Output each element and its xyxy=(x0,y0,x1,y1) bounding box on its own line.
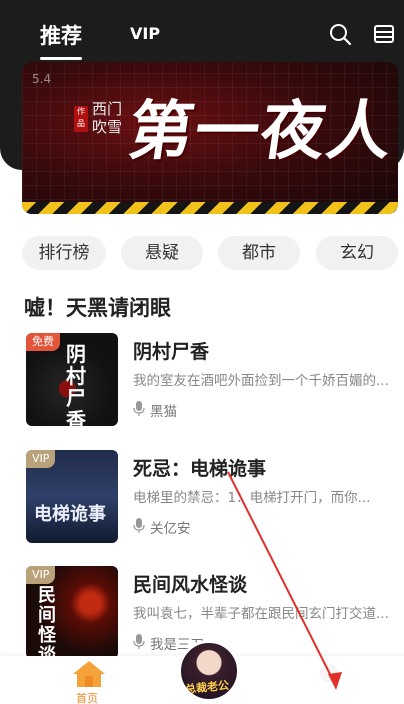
book-cover: 民间怪谈 VIP xyxy=(26,566,118,659)
home-icon[interactable] xyxy=(72,660,106,688)
microphone-icon xyxy=(133,634,145,649)
featured-banner[interactable]: 5.4 作品 西门吹雪 第一夜人 xyxy=(22,62,398,214)
category-urban[interactable]: 都市 xyxy=(218,236,300,270)
now-playing-avatar[interactable]: 总裁老公 xyxy=(178,640,240,702)
book-author: 黑猫 xyxy=(150,404,177,420)
book-author: 关亿安 xyxy=(150,521,191,537)
tab-vip-label: VIP xyxy=(130,24,161,43)
book-description: 我叫袁七，半辈子都在跟民间玄门打交道... xyxy=(133,606,389,622)
search-icon[interactable] xyxy=(328,22,352,46)
book-title: 阴村尸香 xyxy=(133,341,210,363)
banner-date: 5.4 xyxy=(32,72,52,86)
category-fantasy[interactable]: 玄幻 xyxy=(316,236,398,270)
banner-author: 西门吹雪 xyxy=(92,100,123,136)
home-label[interactable]: 首页 xyxy=(76,690,98,704)
book-description: 我的室友在酒吧外面捡到一个千娇百媚的... xyxy=(133,373,389,389)
microphone-icon xyxy=(133,518,145,533)
category-ranking[interactable]: 排行榜 xyxy=(22,236,106,270)
tab-recommend-label: 推荐 xyxy=(40,24,82,48)
book-title: 民间风水怪谈 xyxy=(133,574,248,596)
banner-hazard-stripe xyxy=(22,202,398,214)
book-description: 电梯里的禁忌：1：电梯打开门，而你... xyxy=(133,490,371,506)
banner-title: 第一夜人 xyxy=(123,94,398,169)
vip-badge: VIP xyxy=(26,450,56,468)
tab-vip[interactable]: VIP xyxy=(130,24,160,43)
active-tab-underline xyxy=(40,57,82,60)
microphone-icon xyxy=(133,401,145,416)
tab-recommend[interactable]: 推荐 xyxy=(40,20,82,60)
avatar-caption: 总裁老公 xyxy=(184,678,230,697)
banner-seal: 作品 xyxy=(74,106,88,132)
section-title: 嘘！天黑请闭眼 xyxy=(24,296,171,320)
book-cover: 电梯诡事 VIP xyxy=(26,450,118,543)
book-item[interactable]: 阴村尸香 免费 阴村尸香 我的室友在酒吧外面捡到一个千娇百媚的... 黑猫 xyxy=(0,333,404,433)
book-title: 死忌：电梯诡事 xyxy=(133,458,267,480)
book-item[interactable]: 电梯诡事 VIP 死忌：电梯诡事 电梯里的禁忌：1：电梯打开门，而你... 关亿… xyxy=(0,450,404,550)
book-cover: 阴村尸香 免费 xyxy=(26,333,118,426)
cover-title: 电梯诡事 xyxy=(34,504,106,525)
category-suspense[interactable]: 悬疑 xyxy=(121,236,203,270)
vip-badge: VIP xyxy=(26,566,56,584)
free-badge: 免费 xyxy=(26,333,60,351)
bookshelf-icon[interactable] xyxy=(372,22,396,46)
cover-title: 阴村尸香 xyxy=(66,342,86,426)
profile-tab[interactable] xyxy=(320,664,338,682)
cover-title: 民间怪谈 xyxy=(38,585,56,660)
